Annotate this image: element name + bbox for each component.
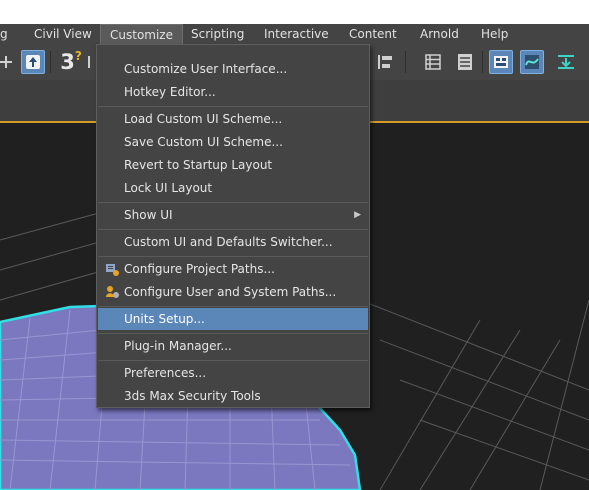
menu-configure-user-system-paths[interactable]: Configure User and System Paths...: [98, 281, 368, 303]
render-setup-icon[interactable]: [554, 50, 578, 74]
snap-toggle-icon[interactable]: [0, 50, 18, 74]
title-strip: [0, 0, 589, 24]
menu-item-content[interactable]: Content: [349, 24, 397, 45]
menu-item-customize-label: Customize: [110, 28, 173, 42]
menu-preferences[interactable]: Preferences...: [98, 362, 368, 384]
menu-separator: [98, 106, 368, 107]
toolbar-separator: [50, 51, 51, 73]
menu-item-label: Save Custom UI Scheme...: [124, 135, 283, 149]
menu-customize-user-interface[interactable]: Customize User Interface...: [98, 58, 368, 80]
menu-item-label: Configure User and System Paths...: [124, 285, 337, 299]
project-paths-icon: [106, 264, 119, 276]
menu-item-label: Configure Project Paths...: [124, 262, 275, 276]
menu-item-label: Lock UI Layout: [124, 181, 213, 195]
3ds-max-window: g Civil View Customize Scripting Interac…: [0, 0, 589, 490]
menu-separator: [98, 229, 368, 230]
layer-explorer-icon[interactable]: [421, 50, 445, 74]
snap-label: 3: [60, 50, 75, 74]
menu-item-label: Show UI: [124, 208, 173, 222]
menu-item-civil-view[interactable]: Civil View: [34, 24, 92, 45]
menu-configure-project-paths[interactable]: Configure Project Paths...: [98, 258, 368, 280]
menu-item-label: 3ds Max Security Tools: [124, 389, 261, 403]
menu-save-custom-ui-scheme[interactable]: Save Custom UI Scheme...: [98, 131, 368, 153]
curve-editor-icon[interactable]: [520, 50, 544, 74]
menu-item-label: Preferences...: [124, 366, 207, 380]
menu-item-scripting[interactable]: Scripting: [191, 24, 244, 45]
scene-explorer-icon[interactable]: [453, 50, 477, 74]
toolbar-separator: [482, 51, 483, 73]
menu-plugin-manager[interactable]: Plug-in Manager...: [98, 335, 368, 357]
menu-separator: [98, 306, 368, 307]
select-object-icon[interactable]: [21, 50, 45, 74]
menu-item-label: Custom UI and Defaults Switcher...: [124, 235, 333, 249]
submenu-arrow-icon: ▶: [354, 210, 361, 220]
customize-menu-dropdown: Customize User Interface... Hotkey Edito…: [96, 44, 370, 408]
menu-item-label: Hotkey Editor...: [124, 85, 216, 99]
menu-separator: [98, 333, 368, 334]
menu-item-label: Revert to Startup Layout: [124, 158, 273, 172]
menu-bar: g Civil View Customize Scripting Interac…: [0, 24, 589, 46]
menu-item-customize[interactable]: Customize: [100, 24, 183, 45]
menu-item-arnold[interactable]: Arnold: [420, 24, 459, 45]
toggle-ribbon-icon[interactable]: [489, 50, 513, 74]
menu-separator: [98, 360, 368, 361]
menu-show-ui[interactable]: Show UI ▶: [98, 204, 368, 226]
menu-item-label: Plug-in Manager...: [124, 339, 232, 353]
menu-load-custom-ui-scheme[interactable]: Load Custom UI Scheme...: [98, 108, 368, 130]
menu-item-label: Customize User Interface...: [124, 62, 288, 76]
menu-item-interactive[interactable]: Interactive: [264, 24, 329, 45]
toolbar-separator: [405, 51, 406, 73]
menu-item-label: Units Setup...: [124, 312, 205, 326]
menu-item-label: Load Custom UI Scheme...: [124, 112, 283, 126]
snap-superscript: ?: [74, 49, 82, 63]
menu-hotkey-editor[interactable]: Hotkey Editor...: [98, 81, 368, 103]
align-icon[interactable]: [374, 50, 398, 74]
user-paths-icon: [106, 286, 119, 298]
menu-item-help[interactable]: Help: [481, 24, 508, 45]
menu-revert-to-startup-layout[interactable]: Revert to Startup Layout: [98, 154, 368, 176]
menu-custom-ui-defaults-switcher[interactable]: Custom UI and Defaults Switcher...: [98, 231, 368, 253]
menu-security-tools[interactable]: 3ds Max Security Tools: [98, 385, 368, 407]
menu-separator: [98, 202, 368, 203]
snaps-toggle-icon[interactable]: 3?: [56, 49, 86, 74]
menu-separator: [98, 256, 368, 257]
menu-units-setup[interactable]: Units Setup...: [98, 308, 368, 330]
menu-lock-ui-layout[interactable]: Lock UI Layout: [98, 177, 368, 199]
menu-item-rendering[interactable]: g: [0, 24, 8, 45]
